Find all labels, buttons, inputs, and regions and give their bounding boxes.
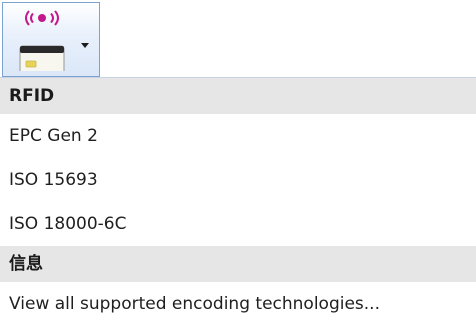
menu-item-iso-15693[interactable]: ISO 15693 [0, 158, 476, 202]
menu-item-epc-gen2[interactable]: EPC Gen 2 [0, 114, 476, 158]
rfid-card-icon [19, 10, 65, 71]
view-all-encoding-technologies-link[interactable]: View all supported encoding technologies… [0, 283, 476, 325]
rfid-encoding-split-button[interactable] [2, 2, 100, 77]
menu-item-iso-18000-6c[interactable]: ISO 18000-6C [0, 202, 476, 246]
rfid-section-header: RFID [0, 78, 476, 114]
info-section-header: 信息 [0, 246, 476, 282]
rfid-encoding-screen: RFID EPC Gen 2 ISO 15693 ISO 18000-6C 信息… [0, 0, 476, 328]
encoding-dropdown-menu: RFID EPC Gen 2 ISO 15693 ISO 18000-6C 信息… [0, 77, 476, 328]
chevron-down-icon[interactable] [81, 43, 89, 48]
